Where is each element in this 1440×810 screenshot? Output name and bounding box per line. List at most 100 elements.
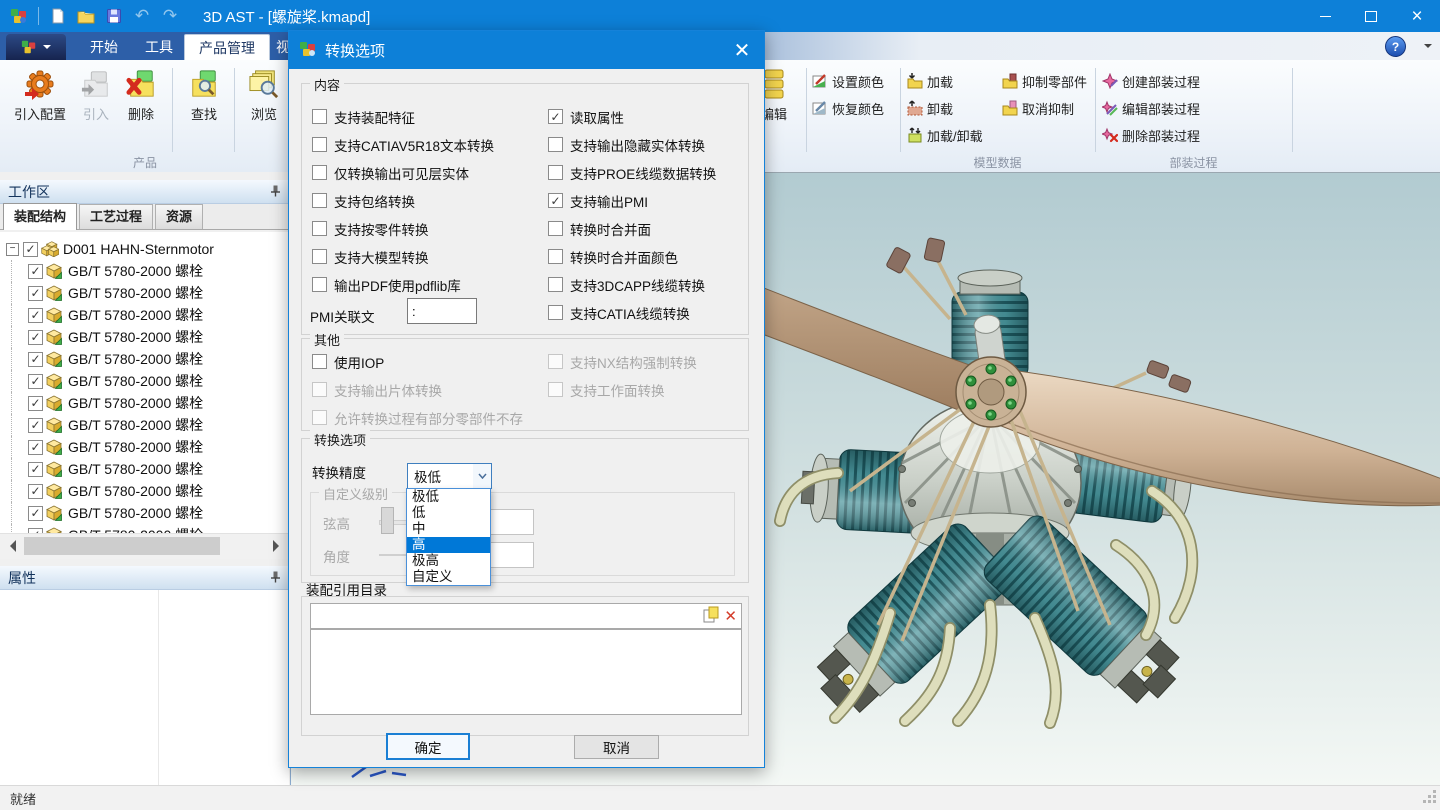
content-option-left-3-checkbox[interactable]: [312, 193, 327, 208]
tree-item[interactable]: ✓GB/T 5780-2000 螺栓: [4, 436, 289, 458]
new-document-icon[interactable]: [47, 5, 69, 27]
content-option-left-6-checkbox[interactable]: [312, 277, 327, 292]
add-reference-icon[interactable]: [702, 606, 720, 627]
scroll-right-icon[interactable]: [273, 540, 285, 552]
tree-item-checkbox[interactable]: ✓: [28, 506, 43, 521]
minimize-button[interactable]: [1302, 0, 1348, 32]
content-option-right-1-checkbox[interactable]: [548, 137, 563, 152]
content-option-left-1-label: 支持CATIAV5R18文本转换: [334, 135, 494, 155]
tree-item-checkbox[interactable]: ✓: [28, 286, 43, 301]
restore-color-button[interactable]: 恢复颜色: [812, 97, 884, 119]
tab-assembly-structure[interactable]: 装配结构: [3, 203, 77, 230]
tree-item-checkbox[interactable]: ✓: [28, 396, 43, 411]
unsuppress-button[interactable]: 取消抑制: [1002, 97, 1074, 119]
content-option-right-7-checkbox[interactable]: [548, 305, 563, 320]
import-config-button[interactable]: 引入配置: [8, 64, 72, 134]
suppress-parts-button[interactable]: 抑制零部件: [1002, 70, 1087, 92]
precision-combo[interactable]: 极低: [407, 463, 492, 489]
tree-item-checkbox[interactable]: ✓: [28, 462, 43, 477]
tree-item-checkbox[interactable]: ✓: [28, 418, 43, 433]
tree-item-checkbox[interactable]: ✓: [28, 352, 43, 367]
precision-option[interactable]: 低: [407, 505, 490, 521]
chevron-down-icon[interactable]: [473, 464, 491, 488]
edit-process-button[interactable]: 编辑部装过程: [1102, 97, 1200, 119]
other-option-left-2: 允许转换过程有部分零部件不存: [312, 410, 523, 425]
tree-item[interactable]: ✓GB/T 5780-2000 螺栓: [4, 458, 289, 480]
close-button[interactable]: ×: [1394, 0, 1440, 32]
tree-item-checkbox[interactable]: ✓: [28, 374, 43, 389]
content-option-left-4-checkbox[interactable]: [312, 221, 327, 236]
dialog-close-icon[interactable]: ✕: [720, 31, 764, 69]
delete-process-button[interactable]: 删除部装过程: [1102, 124, 1200, 146]
collapse-icon[interactable]: −: [6, 243, 19, 256]
tree-item-checkbox[interactable]: ✓: [28, 440, 43, 455]
resize-grip-icon[interactable]: [1423, 790, 1437, 807]
app-menu-button[interactable]: [6, 34, 66, 60]
assembly-ref-list[interactable]: [310, 629, 742, 715]
cancel-button[interactable]: 取消: [574, 735, 659, 759]
content-option-left-2-checkbox[interactable]: [312, 165, 327, 180]
pin-icon[interactable]: [270, 184, 281, 200]
tree-item-checkbox[interactable]: ✓: [28, 264, 43, 279]
scrollbar-thumb[interactable]: [24, 537, 220, 555]
create-process-button[interactable]: 创建部装过程: [1102, 70, 1200, 92]
tab-process[interactable]: 工艺过程: [79, 204, 153, 229]
chevron-down-icon[interactable]: [1424, 44, 1432, 52]
tree-item[interactable]: ✓GB/T 5780-2000 螺栓: [4, 414, 289, 436]
tree-item[interactable]: ✓GB/T 5780-2000 螺栓: [4, 326, 289, 348]
tree-root-item[interactable]: −✓D001 HAHN-Sternmotor: [4, 238, 289, 260]
tree-item-checkbox[interactable]: ✓: [23, 242, 38, 257]
pmi-input[interactable]: [407, 298, 477, 324]
precision-option[interactable]: 中: [407, 521, 490, 537]
find-button[interactable]: 查找: [179, 64, 229, 134]
browse-button[interactable]: 浏览: [239, 64, 289, 134]
precision-option[interactable]: 高: [407, 537, 490, 553]
content-option-right-0-checkbox[interactable]: ✓: [548, 109, 563, 124]
dialog-title-bar[interactable]: 转换选项 ✕: [289, 31, 764, 69]
tree-item[interactable]: ✓GB/T 5780-2000 螺栓: [4, 304, 289, 326]
tab-product-management[interactable]: 产品管理: [184, 34, 270, 61]
tree-item-checkbox[interactable]: ✓: [28, 484, 43, 499]
set-color-button[interactable]: 设置颜色: [812, 70, 884, 92]
tree-item[interactable]: ✓GB/T 5780-2000 螺栓: [4, 348, 289, 370]
tree-item[interactable]: ✓GB/T 5780-2000 螺栓: [4, 282, 289, 304]
tree-item[interactable]: ✓GB/T 5780-2000 螺栓: [4, 392, 289, 414]
content-option-right-3-checkbox[interactable]: ✓: [548, 193, 563, 208]
precision-option[interactable]: 极低: [407, 489, 490, 505]
tree-item[interactable]: ✓GB/T 5780-2000 螺栓: [4, 370, 289, 392]
tree-item[interactable]: ✓GB/T 5780-2000 螺栓: [4, 480, 289, 502]
tab-start[interactable]: 开始: [76, 34, 132, 60]
remove-reference-icon[interactable]: ✕: [724, 607, 737, 625]
ok-button[interactable]: 确定: [386, 733, 470, 760]
load-button[interactable]: 加载: [907, 70, 953, 92]
tab-resources[interactable]: 资源: [155, 204, 203, 229]
content-option-right-4-checkbox[interactable]: [548, 221, 563, 236]
load-unload-button[interactable]: 加载/卸载: [907, 124, 983, 146]
content-option-left-5-checkbox[interactable]: [312, 249, 327, 264]
open-folder-icon[interactable]: [75, 5, 97, 27]
precision-option[interactable]: 极高: [407, 553, 490, 569]
precision-option[interactable]: 自定义: [407, 569, 490, 585]
delete-button[interactable]: 删除: [116, 64, 166, 134]
content-option-right-6-checkbox[interactable]: [548, 277, 563, 292]
unload-button[interactable]: 卸载: [907, 97, 953, 119]
content-option-left-1-checkbox[interactable]: [312, 137, 327, 152]
content-option-right-5-checkbox[interactable]: [548, 249, 563, 264]
maximize-button[interactable]: [1348, 0, 1394, 32]
tree-item-checkbox[interactable]: ✓: [28, 330, 43, 345]
content-option-right-2-checkbox[interactable]: [548, 165, 563, 180]
other-option-left-0-checkbox[interactable]: [312, 354, 327, 369]
tree-item[interactable]: ✓GB/T 5780-2000 螺栓: [4, 502, 289, 524]
content-option-left-0-checkbox[interactable]: [312, 109, 327, 124]
help-icon[interactable]: ?: [1385, 36, 1406, 57]
conversion-options-group-label: 转换选项: [310, 430, 370, 449]
tree-item-checkbox[interactable]: ✓: [28, 308, 43, 323]
tree-item[interactable]: ✓GB/T 5780-2000 螺栓: [4, 260, 289, 282]
part-icon: [46, 307, 64, 323]
tab-tools[interactable]: 工具: [131, 34, 187, 60]
scroll-left-icon[interactable]: [4, 540, 16, 552]
pin-icon[interactable]: [270, 570, 281, 586]
save-icon[interactable]: [103, 5, 125, 27]
suppress-icon: [1002, 73, 1018, 89]
horizontal-scrollbar[interactable]: [0, 533, 289, 559]
